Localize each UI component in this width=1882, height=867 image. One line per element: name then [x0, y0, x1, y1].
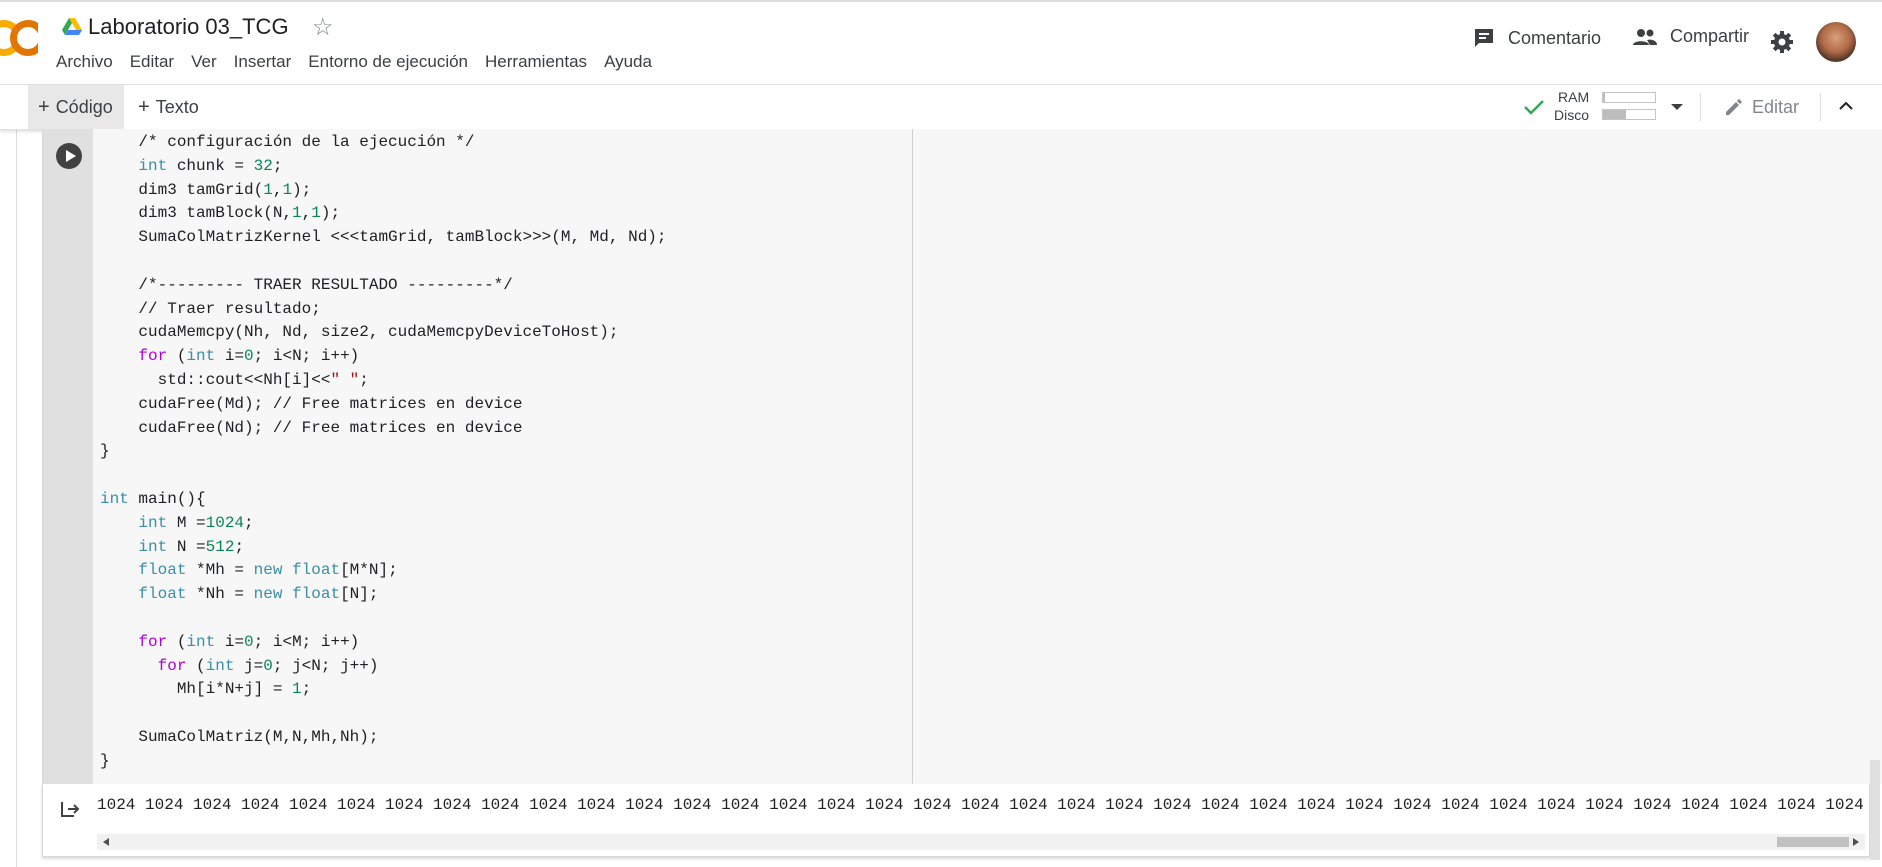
scrollbar-thumb[interactable] — [1777, 837, 1849, 847]
output-text: 1024 1024 1024 1024 1024 1024 1024 1024 … — [97, 796, 1865, 814]
chevron-up-icon[interactable] — [1839, 101, 1853, 111]
plus-icon: + — [138, 95, 150, 118]
check-icon — [1524, 100, 1544, 115]
scroll-left-icon[interactable] — [103, 838, 109, 846]
menu-archivo[interactable]: Archivo — [56, 52, 113, 72]
edit-label: Editar — [1752, 96, 1800, 117]
add-code-label: Código — [55, 96, 113, 117]
comment-button[interactable]: Comentario — [1472, 26, 1601, 50]
ram-usage-bar[interactable] — [1602, 92, 1656, 103]
comment-label: Comentario — [1508, 27, 1602, 48]
star-icon[interactable]: ☆ — [312, 13, 334, 42]
notebook-toolbar: + Código + Texto RAM Disco Editar — [0, 84, 1882, 130]
menu-entorno[interactable]: Entorno de ejecución — [308, 52, 468, 72]
output-area: 1024 1024 1024 1024 1024 1024 1024 1024 … — [42, 784, 1870, 857]
ram-label: RAM — [1558, 89, 1590, 105]
toolbar-divider — [1820, 93, 1821, 121]
menu-bar: Archivo Editar Ver Insertar Entorno de e… — [56, 52, 669, 72]
ruler-line — [912, 129, 913, 784]
chevron-down-icon[interactable] — [1671, 104, 1683, 110]
disk-label: Disco — [1554, 107, 1590, 123]
top-border — [0, 0, 1882, 2]
plus-icon: + — [38, 95, 50, 118]
comment-icon — [1475, 29, 1493, 47]
vertical-scrollbar[interactable] — [1870, 760, 1880, 860]
gear-icon[interactable] — [1770, 30, 1794, 54]
notebook-title[interactable]: Laboratorio 03_TCG — [88, 14, 289, 40]
add-code-button[interactable]: + Código — [28, 85, 124, 129]
scroll-right-icon[interactable] — [1853, 838, 1859, 846]
add-text-label: Texto — [155, 96, 199, 117]
share-label: Compartir — [1670, 26, 1750, 46]
toolbar-divider — [1700, 93, 1701, 121]
menu-insertar[interactable]: Insertar — [234, 52, 292, 72]
menu-editar[interactable]: Editar — [130, 52, 174, 72]
menu-herramientas[interactable]: Herramientas — [485, 52, 587, 72]
share-button[interactable]: Compartir — [1632, 26, 1749, 47]
cell-gutter — [43, 129, 93, 784]
menu-ayuda[interactable]: Ayuda — [604, 52, 652, 72]
left-sidebar[interactable] — [0, 84, 17, 867]
code-text[interactable]: /* configuración de la ejecución */ int … — [100, 131, 667, 774]
output-icon[interactable] — [59, 798, 81, 820]
horizontal-scrollbar[interactable] — [97, 834, 1865, 850]
pencil-icon — [1726, 99, 1742, 115]
disk-usage-bar[interactable] — [1602, 109, 1656, 120]
run-cell-button[interactable] — [56, 143, 82, 169]
people-icon — [1633, 28, 1657, 45]
colab-logo[interactable] — [0, 16, 38, 60]
drive-icon — [62, 18, 82, 35]
menu-ver[interactable]: Ver — [191, 52, 217, 72]
avatar[interactable] — [1816, 22, 1856, 62]
add-text-button[interactable]: + Texto — [138, 85, 199, 129]
edit-button[interactable]: Editar — [1724, 85, 1799, 129]
